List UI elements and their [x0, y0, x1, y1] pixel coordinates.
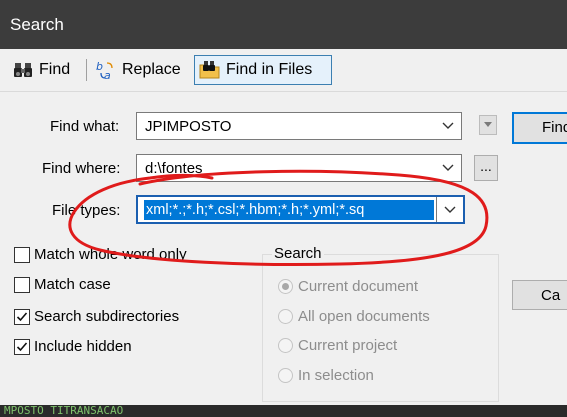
folder-search-icon: [199, 59, 221, 81]
window-title: Search: [10, 15, 64, 34]
checkbox-unchecked[interactable]: [14, 246, 30, 263]
radio-current-project[interactable]: Current project: [278, 337, 397, 354]
find-tab-label: Find: [39, 61, 71, 78]
find-button-label: Find: [542, 119, 567, 136]
check-icon: [16, 311, 28, 321]
replace-icon: b a: [95, 59, 117, 82]
svg-text:b: b: [96, 60, 103, 73]
binoculars-icon: [12, 59, 34, 81]
checkbox-unchecked[interactable]: [14, 276, 30, 293]
background-editor-text: MPOSTO TITRANSACAO: [4, 404, 124, 417]
mode-toolbar: Find b a Replace Find in Files: [0, 49, 567, 92]
radio-all-open-documents-label: All open documents: [298, 308, 430, 325]
match-whole-word-label: Match whole word only: [34, 246, 187, 263]
radio-selected[interactable]: [278, 279, 293, 294]
find-options-dropdown-button[interactable]: [479, 115, 497, 135]
chevron-down-icon[interactable]: [436, 197, 463, 222]
radio-unselected[interactable]: [278, 338, 293, 353]
match-whole-word-checkbox[interactable]: Match whole word only: [14, 246, 187, 263]
find-in-files-tab[interactable]: Find in Files: [194, 55, 332, 85]
title-bar: Search: [0, 0, 567, 49]
cancel-button-label: Ca: [541, 287, 561, 304]
find-what-value: JPIMPOSTO: [145, 118, 232, 135]
match-case-checkbox[interactable]: Match case: [14, 276, 111, 293]
browse-folder-button[interactable]: ...: [474, 155, 498, 181]
radio-current-document[interactable]: Current document: [278, 278, 418, 295]
radio-unselected[interactable]: [278, 309, 293, 324]
replace-tab-label: Replace: [122, 61, 181, 78]
checkbox-checked[interactable]: [14, 308, 30, 325]
search-scope-title: Search: [272, 245, 324, 262]
svg-text:a: a: [104, 69, 111, 81]
chevron-down-icon[interactable]: [435, 113, 461, 139]
checkbox-checked[interactable]: [14, 338, 30, 355]
file-types-combobox[interactable]: xml;*.;*.h;*.csl;*.hbm;*.h;*.yml;*.sq: [136, 195, 465, 224]
find-in-files-tab-label: Find in Files: [226, 61, 313, 78]
replace-tab[interactable]: b a Replace: [91, 55, 185, 85]
triangle-down-icon: [484, 122, 492, 127]
file-types-value: xml;*.;*.h;*.csl;*.hbm;*.h;*.yml;*.sq: [144, 200, 434, 220]
radio-unselected[interactable]: [278, 368, 293, 383]
include-hidden-label: Include hidden: [34, 338, 132, 355]
search-subdirectories-checkbox[interactable]: Search subdirectories: [14, 308, 179, 325]
toolbar-separator: [86, 59, 87, 81]
radio-in-selection[interactable]: In selection: [278, 367, 374, 384]
search-subdirectories-label: Search subdirectories: [34, 308, 180, 325]
find-tab[interactable]: Find: [8, 55, 74, 85]
find-button[interactable]: Find: [512, 112, 567, 144]
find-where-combobox[interactable]: d:\fontes: [136, 154, 462, 182]
find-what-combobox[interactable]: JPIMPOSTO: [136, 112, 462, 140]
match-case-label: Match case: [34, 276, 111, 293]
find-where-value: d:\fontes: [145, 160, 203, 177]
radio-in-selection-label: In selection: [298, 367, 374, 384]
background-editor-strip: MPOSTO TITRANSACAO: [0, 404, 567, 417]
chevron-down-icon[interactable]: [435, 155, 461, 181]
check-icon: [16, 341, 28, 351]
browse-folder-label: ...: [480, 158, 492, 174]
radio-all-open-documents[interactable]: All open documents: [278, 308, 430, 325]
file-types-label: File types:: [52, 202, 121, 219]
find-where-label: Find where:: [42, 160, 121, 177]
radio-current-project-label: Current project: [298, 337, 398, 354]
find-what-label: Find what:: [50, 118, 120, 135]
include-hidden-checkbox[interactable]: Include hidden: [14, 338, 132, 355]
cancel-button[interactable]: Ca: [512, 280, 567, 310]
radio-current-document-label: Current document: [298, 278, 419, 295]
